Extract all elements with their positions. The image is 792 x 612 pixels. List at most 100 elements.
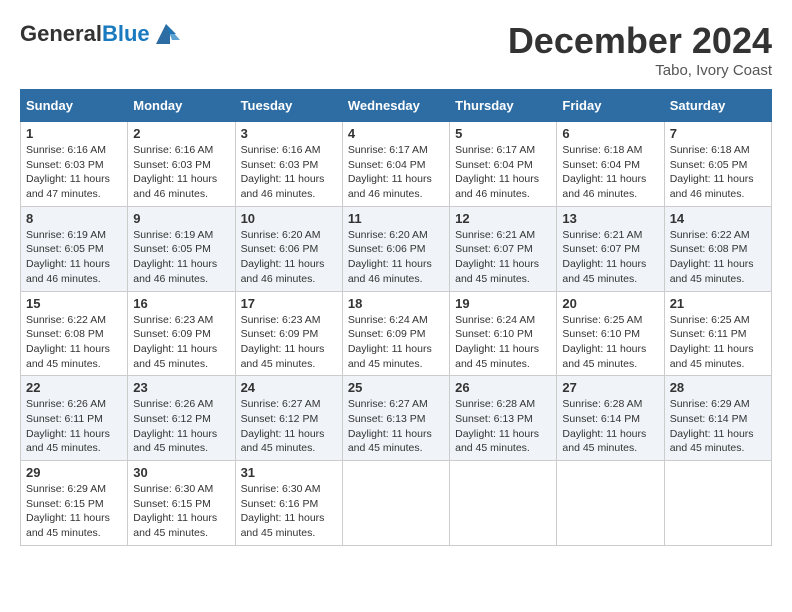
day-detail: Sunrise: 6:30 AMSunset: 6:16 PMDaylight:… xyxy=(241,483,325,539)
month-title: December 2024 xyxy=(508,20,772,62)
day-number: 3 xyxy=(241,126,337,141)
day-number: 13 xyxy=(562,211,658,226)
calendar-day-cell xyxy=(342,461,449,546)
day-number: 18 xyxy=(348,296,444,311)
calendar-day-cell: 15 Sunrise: 6:22 AMSunset: 6:08 PMDaylig… xyxy=(21,291,128,376)
calendar-day-cell: 11 Sunrise: 6:20 AMSunset: 6:06 PMDaylig… xyxy=(342,206,449,291)
day-detail: Sunrise: 6:21 AMSunset: 6:07 PMDaylight:… xyxy=(455,229,539,285)
calendar-day-cell: 10 Sunrise: 6:20 AMSunset: 6:06 PMDaylig… xyxy=(235,206,342,291)
day-of-week-header: Friday xyxy=(557,90,664,122)
calendar-header-row: SundayMondayTuesdayWednesdayThursdayFrid… xyxy=(21,90,772,122)
calendar-day-cell: 26 Sunrise: 6:28 AMSunset: 6:13 PMDaylig… xyxy=(450,376,557,461)
calendar-day-cell: 22 Sunrise: 6:26 AMSunset: 6:11 PMDaylig… xyxy=(21,376,128,461)
calendar-day-cell: 7 Sunrise: 6:18 AMSunset: 6:05 PMDayligh… xyxy=(664,122,771,207)
day-number: 10 xyxy=(241,211,337,226)
day-detail: Sunrise: 6:26 AMSunset: 6:12 PMDaylight:… xyxy=(133,398,217,454)
logo-icon xyxy=(152,20,180,48)
day-detail: Sunrise: 6:25 AMSunset: 6:11 PMDaylight:… xyxy=(670,314,754,370)
day-number: 7 xyxy=(670,126,766,141)
day-number: 12 xyxy=(455,211,551,226)
day-number: 21 xyxy=(670,296,766,311)
day-number: 16 xyxy=(133,296,229,311)
calendar-day-cell: 2 Sunrise: 6:16 AMSunset: 6:03 PMDayligh… xyxy=(128,122,235,207)
day-detail: Sunrise: 6:18 AMSunset: 6:04 PMDaylight:… xyxy=(562,144,646,200)
day-number: 22 xyxy=(26,380,122,395)
day-detail: Sunrise: 6:29 AMSunset: 6:14 PMDaylight:… xyxy=(670,398,754,454)
title-area: December 2024 Tabo, Ivory Coast xyxy=(508,20,772,79)
calendar-week-row: 29 Sunrise: 6:29 AMSunset: 6:15 PMDaylig… xyxy=(21,461,772,546)
logo-general: General xyxy=(20,21,102,46)
day-number: 15 xyxy=(26,296,122,311)
day-number: 24 xyxy=(241,380,337,395)
calendar-day-cell: 24 Sunrise: 6:27 AMSunset: 6:12 PMDaylig… xyxy=(235,376,342,461)
calendar-day-cell: 3 Sunrise: 6:16 AMSunset: 6:03 PMDayligh… xyxy=(235,122,342,207)
day-number: 20 xyxy=(562,296,658,311)
day-detail: Sunrise: 6:19 AMSunset: 6:05 PMDaylight:… xyxy=(26,229,110,285)
calendar-day-cell: 12 Sunrise: 6:21 AMSunset: 6:07 PMDaylig… xyxy=(450,206,557,291)
day-number: 31 xyxy=(241,465,337,480)
calendar-day-cell: 23 Sunrise: 6:26 AMSunset: 6:12 PMDaylig… xyxy=(128,376,235,461)
calendar-day-cell: 30 Sunrise: 6:30 AMSunset: 6:15 PMDaylig… xyxy=(128,461,235,546)
calendar-day-cell xyxy=(450,461,557,546)
day-detail: Sunrise: 6:17 AMSunset: 6:04 PMDaylight:… xyxy=(455,144,539,200)
calendar-week-row: 8 Sunrise: 6:19 AMSunset: 6:05 PMDayligh… xyxy=(21,206,772,291)
day-number: 30 xyxy=(133,465,229,480)
day-number: 11 xyxy=(348,211,444,226)
calendar-week-row: 15 Sunrise: 6:22 AMSunset: 6:08 PMDaylig… xyxy=(21,291,772,376)
day-detail: Sunrise: 6:20 AMSunset: 6:06 PMDaylight:… xyxy=(241,229,325,285)
day-number: 9 xyxy=(133,211,229,226)
day-of-week-header: Wednesday xyxy=(342,90,449,122)
calendar-day-cell: 21 Sunrise: 6:25 AMSunset: 6:11 PMDaylig… xyxy=(664,291,771,376)
day-number: 6 xyxy=(562,126,658,141)
calendar-day-cell: 13 Sunrise: 6:21 AMSunset: 6:07 PMDaylig… xyxy=(557,206,664,291)
day-number: 5 xyxy=(455,126,551,141)
calendar-day-cell: 25 Sunrise: 6:27 AMSunset: 6:13 PMDaylig… xyxy=(342,376,449,461)
day-number: 4 xyxy=(348,126,444,141)
day-of-week-header: Sunday xyxy=(21,90,128,122)
day-detail: Sunrise: 6:25 AMSunset: 6:10 PMDaylight:… xyxy=(562,314,646,370)
calendar-day-cell: 20 Sunrise: 6:25 AMSunset: 6:10 PMDaylig… xyxy=(557,291,664,376)
day-detail: Sunrise: 6:30 AMSunset: 6:15 PMDaylight:… xyxy=(133,483,217,539)
day-detail: Sunrise: 6:18 AMSunset: 6:05 PMDaylight:… xyxy=(670,144,754,200)
day-detail: Sunrise: 6:24 AMSunset: 6:09 PMDaylight:… xyxy=(348,314,432,370)
day-detail: Sunrise: 6:19 AMSunset: 6:05 PMDaylight:… xyxy=(133,229,217,285)
day-number: 23 xyxy=(133,380,229,395)
logo: GeneralBlue xyxy=(20,20,180,48)
day-number: 14 xyxy=(670,211,766,226)
day-number: 8 xyxy=(26,211,122,226)
day-detail: Sunrise: 6:17 AMSunset: 6:04 PMDaylight:… xyxy=(348,144,432,200)
day-number: 17 xyxy=(241,296,337,311)
day-detail: Sunrise: 6:23 AMSunset: 6:09 PMDaylight:… xyxy=(241,314,325,370)
day-detail: Sunrise: 6:29 AMSunset: 6:15 PMDaylight:… xyxy=(26,483,110,539)
day-detail: Sunrise: 6:23 AMSunset: 6:09 PMDaylight:… xyxy=(133,314,217,370)
day-of-week-header: Thursday xyxy=(450,90,557,122)
day-detail: Sunrise: 6:26 AMSunset: 6:11 PMDaylight:… xyxy=(26,398,110,454)
calendar-day-cell xyxy=(557,461,664,546)
calendar-day-cell: 4 Sunrise: 6:17 AMSunset: 6:04 PMDayligh… xyxy=(342,122,449,207)
calendar-day-cell: 16 Sunrise: 6:23 AMSunset: 6:09 PMDaylig… xyxy=(128,291,235,376)
day-detail: Sunrise: 6:22 AMSunset: 6:08 PMDaylight:… xyxy=(26,314,110,370)
logo-blue: Blue xyxy=(102,21,150,46)
calendar-week-row: 22 Sunrise: 6:26 AMSunset: 6:11 PMDaylig… xyxy=(21,376,772,461)
day-number: 26 xyxy=(455,380,551,395)
calendar-day-cell: 27 Sunrise: 6:28 AMSunset: 6:14 PMDaylig… xyxy=(557,376,664,461)
location-title: Tabo, Ivory Coast xyxy=(508,62,772,79)
day-detail: Sunrise: 6:20 AMSunset: 6:06 PMDaylight:… xyxy=(348,229,432,285)
calendar-day-cell: 31 Sunrise: 6:30 AMSunset: 6:16 PMDaylig… xyxy=(235,461,342,546)
day-number: 29 xyxy=(26,465,122,480)
day-number: 1 xyxy=(26,126,122,141)
calendar-week-row: 1 Sunrise: 6:16 AMSunset: 6:03 PMDayligh… xyxy=(21,122,772,207)
day-detail: Sunrise: 6:27 AMSunset: 6:12 PMDaylight:… xyxy=(241,398,325,454)
day-number: 28 xyxy=(670,380,766,395)
day-number: 2 xyxy=(133,126,229,141)
day-detail: Sunrise: 6:24 AMSunset: 6:10 PMDaylight:… xyxy=(455,314,539,370)
day-detail: Sunrise: 6:21 AMSunset: 6:07 PMDaylight:… xyxy=(562,229,646,285)
calendar-day-cell: 19 Sunrise: 6:24 AMSunset: 6:10 PMDaylig… xyxy=(450,291,557,376)
day-of-week-header: Tuesday xyxy=(235,90,342,122)
day-detail: Sunrise: 6:22 AMSunset: 6:08 PMDaylight:… xyxy=(670,229,754,285)
day-of-week-header: Monday xyxy=(128,90,235,122)
calendar-day-cell: 8 Sunrise: 6:19 AMSunset: 6:05 PMDayligh… xyxy=(21,206,128,291)
day-number: 25 xyxy=(348,380,444,395)
header: GeneralBlue December 2024 Tabo, Ivory Co… xyxy=(20,20,772,79)
calendar-day-cell: 14 Sunrise: 6:22 AMSunset: 6:08 PMDaylig… xyxy=(664,206,771,291)
